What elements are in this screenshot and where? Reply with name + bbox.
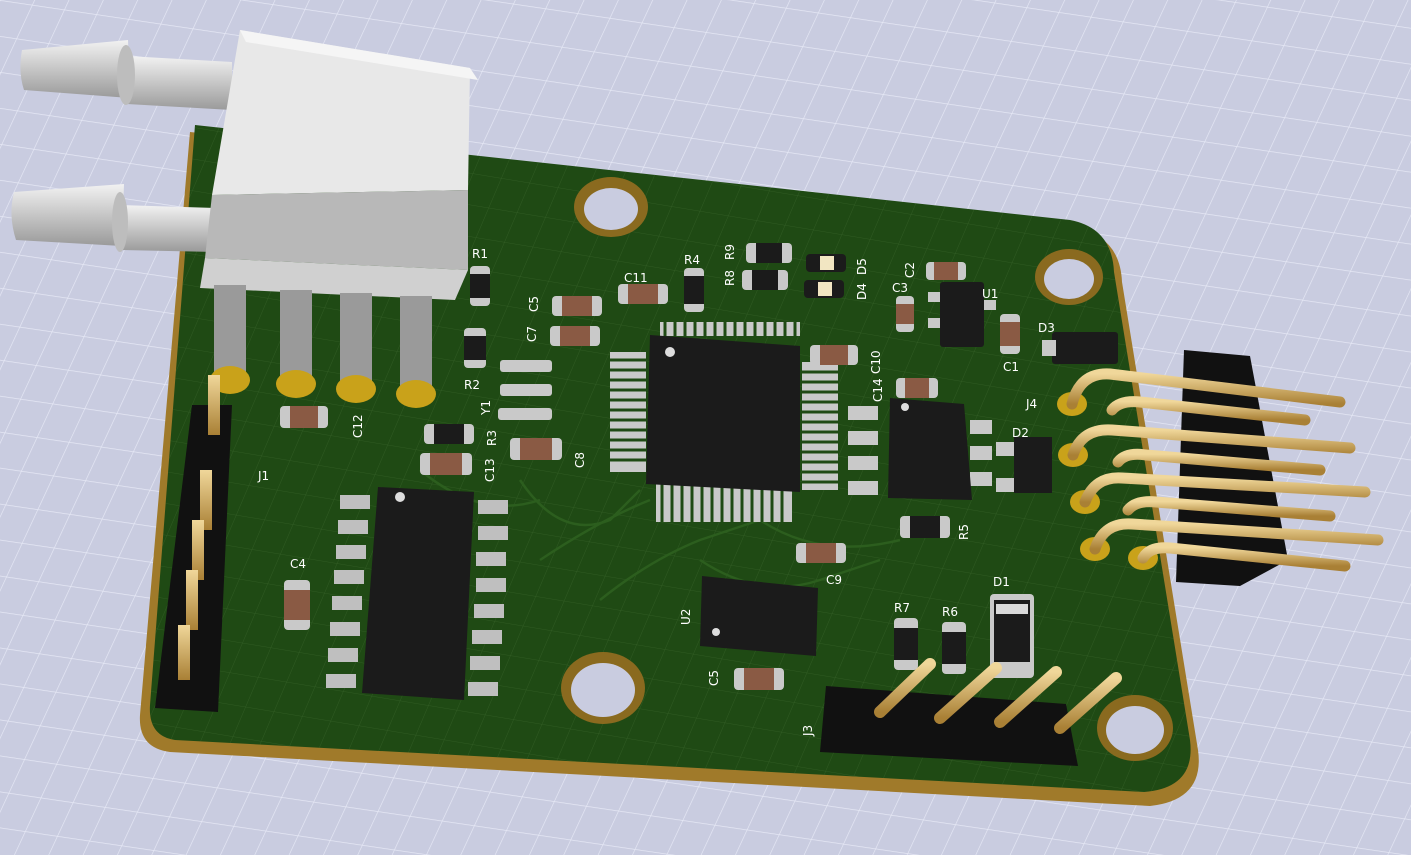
hose-barb-bottom: [11, 184, 124, 246]
ref-c8: C8: [573, 452, 587, 468]
capacitor-c3: [896, 296, 914, 332]
ref-j3: J3: [801, 725, 815, 737]
ref-c11: C11: [624, 271, 648, 285]
resistor-r8: [742, 270, 788, 290]
ref-j1: J1: [257, 469, 269, 483]
capacitor-c8: [510, 438, 562, 460]
capacitor-c12: [280, 406, 328, 428]
ref-c9: C9: [826, 573, 842, 587]
ref-c1: C1: [1003, 360, 1019, 374]
capacitor-c5-top: [552, 296, 602, 316]
capacitor-c7: [550, 326, 600, 346]
ref-r4: R4: [684, 253, 700, 267]
resistor-r6: [942, 622, 966, 674]
ref-d5: D5: [855, 258, 869, 275]
mounting-hole: [1097, 695, 1173, 761]
capacitor-c9: [796, 543, 846, 563]
capacitor-c1: [1000, 314, 1020, 354]
ref-c14: C14: [871, 378, 885, 402]
ref-c3: C3: [892, 281, 908, 295]
resistor-r1: [470, 266, 490, 306]
ref-c5-top: C5: [527, 296, 541, 312]
mounting-hole: [561, 652, 645, 724]
ref-u1: U1: [982, 287, 998, 301]
capacitor-c10: [810, 345, 858, 365]
ref-c13: C13: [483, 458, 497, 482]
ref-r1: R1: [472, 247, 488, 261]
mounting-hole: [1035, 249, 1103, 305]
ref-c10: C10: [869, 350, 883, 374]
ref-y1: Y1: [479, 400, 493, 416]
capacitor-c13: [420, 453, 472, 475]
ref-u2: U2: [679, 609, 693, 625]
ref-d1: D1: [993, 575, 1010, 589]
resistor-r9: [746, 243, 792, 263]
resistor-r4: [684, 268, 704, 312]
capacitor-c14: [896, 378, 938, 398]
resistor-r7: [894, 618, 918, 670]
ref-c12: C12: [351, 414, 365, 438]
ref-r3: R3: [485, 430, 499, 446]
ref-r7: R7: [894, 601, 910, 615]
hose-barb-top: [20, 40, 130, 98]
ref-r5: R5: [957, 524, 971, 540]
ref-d4: D4: [855, 283, 869, 300]
resistor-r3: [424, 424, 474, 444]
capacitor-c5-bottom: [734, 668, 784, 690]
resistor-r2: [464, 328, 486, 368]
ref-j4: J4: [1025, 397, 1037, 411]
ref-c4: C4: [290, 557, 306, 571]
ref-c2: C2: [903, 262, 917, 278]
ref-r2: R2: [464, 378, 480, 392]
ref-r8: R8: [723, 270, 737, 286]
ref-r9: R9: [723, 244, 737, 260]
capacitor-c11: [618, 284, 668, 304]
capacitor-c4: [284, 580, 310, 630]
ref-r6: R6: [942, 605, 958, 619]
capacitor-c2: [926, 262, 966, 280]
mounting-hole: [574, 177, 648, 237]
ref-c7: C7: [525, 326, 539, 342]
resistor-r5: [900, 516, 950, 538]
ref-c5-bottom: C5: [707, 670, 721, 686]
pcb-3d-view: J1 U1 U2 Y1 D1 D2 D3 D4 D5 J3 J4 R1 R2 R…: [0, 0, 1411, 855]
ref-d2: D2: [1012, 426, 1029, 440]
ref-d3: D3: [1038, 321, 1055, 335]
